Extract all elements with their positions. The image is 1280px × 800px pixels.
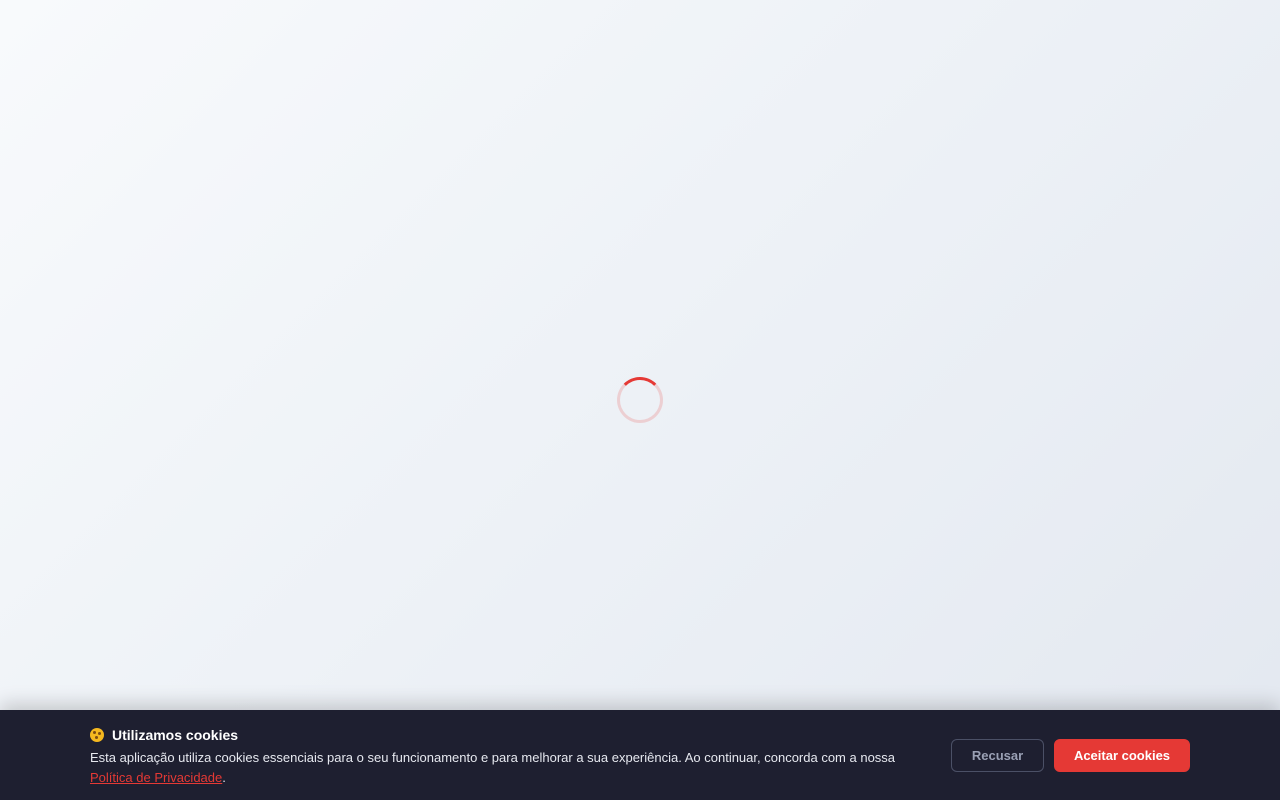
accept-cookies-button[interactable]: Aceitar cookies bbox=[1054, 739, 1190, 772]
cookie-text: Utilizamos cookies Esta aplicação utiliz… bbox=[90, 726, 930, 788]
loading-area bbox=[0, 0, 1280, 710]
cookie-description-end: . bbox=[222, 770, 226, 785]
cookie-title: Utilizamos cookies bbox=[112, 727, 239, 743]
cookie-title-row: Utilizamos cookies bbox=[90, 726, 930, 744]
decline-cookies-button[interactable]: Recusar bbox=[951, 739, 1044, 772]
loading-spinner-icon bbox=[617, 377, 663, 423]
cookie-description-text: Esta aplicação utiliza cookies essenciai… bbox=[90, 750, 896, 765]
cookie-banner: Utilizamos cookies Esta aplicação utiliz… bbox=[0, 710, 1280, 800]
cookie-icon bbox=[90, 728, 104, 742]
cookie-description: Esta aplicação utiliza cookies essenciai… bbox=[90, 748, 930, 788]
privacy-policy-link[interactable]: Política de Privacidade bbox=[90, 770, 222, 785]
